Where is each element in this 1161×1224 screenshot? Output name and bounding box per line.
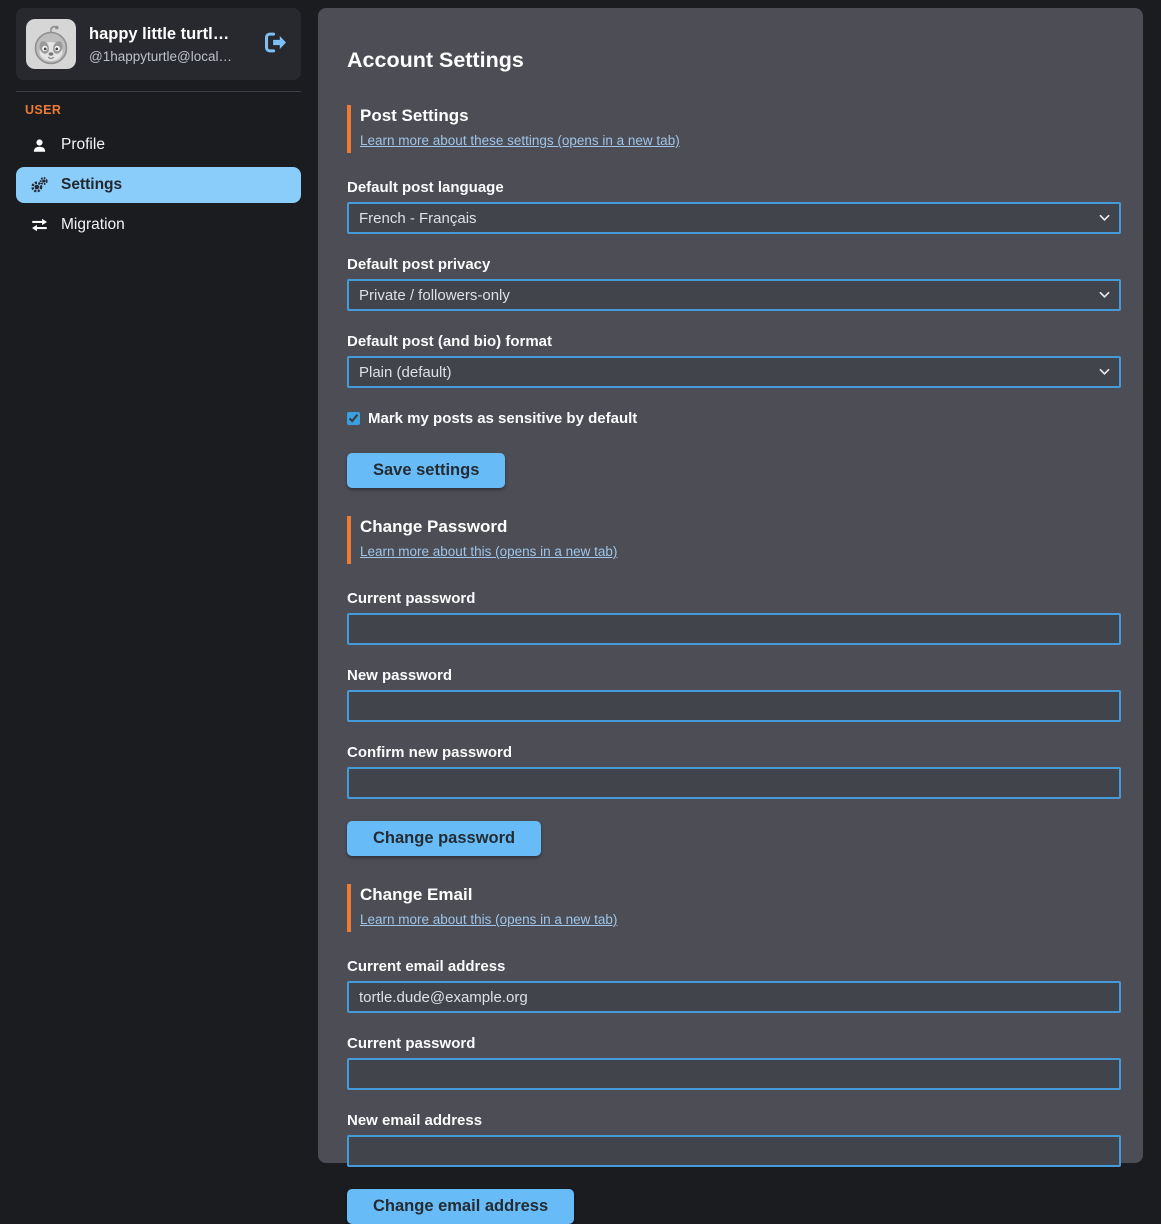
current-email-input[interactable] bbox=[347, 981, 1121, 1013]
current-password-label: Current password bbox=[347, 590, 1121, 607]
default-format-label: Default post (and bio) format bbox=[347, 333, 1121, 350]
confirm-password-label: Confirm new password bbox=[347, 744, 1121, 761]
default-privacy-label: Default post privacy bbox=[347, 256, 1121, 273]
change-password-header: Change Password Learn more about this (o… bbox=[347, 516, 1121, 564]
email-current-password-group: Current password bbox=[347, 1035, 1121, 1090]
transfer-arrows-icon bbox=[30, 218, 48, 232]
sensitive-checkbox-label[interactable]: Mark my posts as sensitive by default bbox=[368, 410, 637, 427]
save-settings-button[interactable]: Save settings bbox=[347, 453, 505, 488]
sidebar-item-migration[interactable]: Migration bbox=[16, 207, 301, 243]
sidebar: happy little turtl… @1happyturtle@local…… bbox=[0, 0, 318, 1176]
change-email-button[interactable]: Change email address bbox=[347, 1189, 574, 1224]
change-password-title: Change Password bbox=[360, 517, 1121, 537]
default-language-group: Default post language French - Français bbox=[347, 179, 1121, 234]
change-email-learn-link[interactable]: Learn more about this (opens in a new ta… bbox=[360, 912, 617, 927]
nav-section-label: USER bbox=[25, 103, 301, 117]
app-root: happy little turtl… @1happyturtle@local…… bbox=[0, 0, 1161, 1176]
default-privacy-select[interactable]: Private / followers-only bbox=[347, 279, 1121, 311]
email-current-password-input[interactable] bbox=[347, 1058, 1121, 1090]
change-email-header: Change Email Learn more about this (open… bbox=[347, 884, 1121, 932]
current-password-input[interactable] bbox=[347, 613, 1121, 645]
new-email-group: New email address bbox=[347, 1112, 1121, 1167]
sidebar-divider bbox=[16, 91, 301, 92]
sloth-avatar bbox=[26, 19, 76, 69]
default-language-select[interactable]: French - Français bbox=[347, 202, 1121, 234]
sensitive-checkbox-row: Mark my posts as sensitive by default bbox=[347, 410, 1121, 427]
sidebar-nav: Profile Settings bbox=[16, 127, 301, 243]
change-email-title: Change Email bbox=[360, 885, 1121, 905]
new-email-label: New email address bbox=[347, 1112, 1121, 1129]
user-identity: happy little turtl… @1happyturtle@local… bbox=[89, 25, 245, 64]
new-password-group: New password bbox=[347, 667, 1121, 722]
default-language-label: Default post language bbox=[347, 179, 1121, 196]
current-password-group: Current password bbox=[347, 590, 1121, 645]
current-email-label: Current email address bbox=[347, 958, 1121, 975]
change-password-button[interactable]: Change password bbox=[347, 821, 541, 856]
sensitive-checkbox[interactable] bbox=[347, 412, 360, 425]
sign-out-icon bbox=[264, 32, 287, 56]
sidebar-item-label: Profile bbox=[61, 136, 105, 154]
user-icon bbox=[30, 138, 48, 153]
change-password-section: Change Password Learn more about this (o… bbox=[347, 516, 1121, 856]
gears-icon bbox=[30, 176, 48, 194]
user-card: happy little turtl… @1happyturtle@local… bbox=[16, 8, 301, 80]
user-handle: @1happyturtle@local… bbox=[89, 49, 245, 64]
account-settings-panel: Account Settings Post Settings Learn mor… bbox=[318, 8, 1143, 1163]
post-settings-section: Post Settings Learn more about these set… bbox=[347, 105, 1121, 488]
post-settings-header: Post Settings Learn more about these set… bbox=[347, 105, 1121, 153]
default-format-select[interactable]: Plain (default) bbox=[347, 356, 1121, 388]
sidebar-item-label: Migration bbox=[61, 216, 125, 234]
post-settings-learn-link[interactable]: Learn more about these settings (opens i… bbox=[360, 133, 680, 148]
confirm-password-input[interactable] bbox=[347, 767, 1121, 799]
page-title: Account Settings bbox=[347, 48, 1121, 73]
change-email-section: Change Email Learn more about this (open… bbox=[347, 884, 1121, 1224]
default-privacy-group: Default post privacy Private / followers… bbox=[347, 256, 1121, 311]
default-format-group: Default post (and bio) format Plain (def… bbox=[347, 333, 1121, 388]
sidebar-item-profile[interactable]: Profile bbox=[16, 127, 301, 163]
sidebar-item-settings[interactable]: Settings bbox=[16, 167, 301, 203]
confirm-password-group: Confirm new password bbox=[347, 744, 1121, 799]
email-current-password-label: Current password bbox=[347, 1035, 1121, 1052]
change-password-learn-link[interactable]: Learn more about this (opens in a new ta… bbox=[360, 544, 617, 559]
logout-button[interactable] bbox=[262, 30, 289, 58]
new-password-input[interactable] bbox=[347, 690, 1121, 722]
sidebar-item-label: Settings bbox=[61, 176, 122, 194]
new-password-label: New password bbox=[347, 667, 1121, 684]
user-display-name: happy little turtl… bbox=[89, 25, 245, 44]
current-email-group: Current email address bbox=[347, 958, 1121, 1013]
post-settings-title: Post Settings bbox=[360, 106, 1121, 126]
new-email-input[interactable] bbox=[347, 1135, 1121, 1167]
